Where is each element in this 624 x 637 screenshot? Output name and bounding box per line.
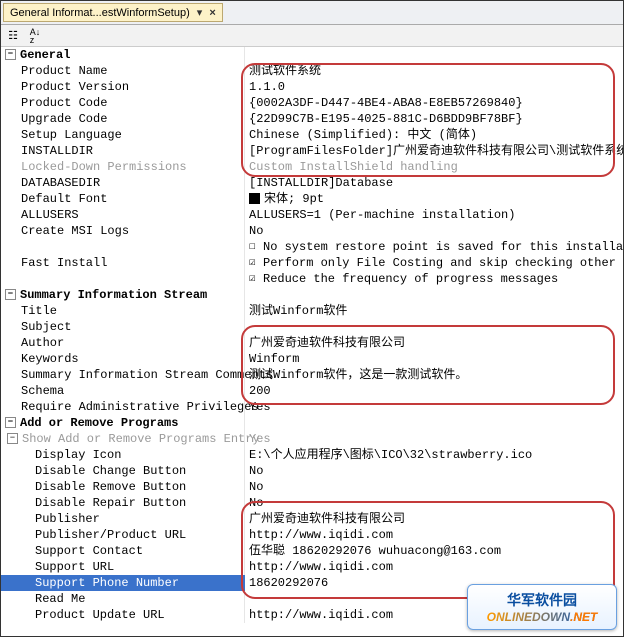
tab-bar: General Informat...estWinformSetup) ▾ × bbox=[1, 1, 623, 25]
prop-default-font[interactable]: Default Font宋体; 9pt bbox=[1, 191, 623, 207]
collapse-icon[interactable]: − bbox=[7, 433, 18, 444]
prop-product-version[interactable]: Product Version1.1.0 bbox=[1, 79, 623, 95]
prop-support-url[interactable]: Support URLhttp://www.iqidi.com bbox=[1, 559, 623, 575]
prop-comments[interactable]: Summary Information Stream Comments测试Win… bbox=[1, 367, 623, 383]
prop-setup-language[interactable]: Setup LanguageChinese (Simplified): 中文 (… bbox=[1, 127, 623, 143]
prop-publisher[interactable]: Publisher广州爱奇迪软件科技有限公司 bbox=[1, 511, 623, 527]
prop-installdir[interactable]: INSTALLDIR[ProgramFilesFolder]广州爱奇迪软件科技有… bbox=[1, 143, 623, 159]
collapse-icon[interactable]: − bbox=[5, 49, 16, 60]
checkbox-checked-icon[interactable]: ☑ bbox=[249, 271, 263, 287]
sort-alpha-icon[interactable]: A↓z bbox=[27, 28, 43, 44]
tab-title: General Informat...estWinformSetup) bbox=[10, 7, 190, 19]
prop-show-arp[interactable]: −Show Add or Remove Programs EntryYes bbox=[1, 431, 623, 447]
prop-schema[interactable]: Schema200 bbox=[1, 383, 623, 399]
checkbox-checked-icon[interactable]: ☑ bbox=[249, 255, 263, 271]
prop-locked-down[interactable]: Locked-Down PermissionsCustom InstallShi… bbox=[1, 159, 623, 175]
prop-keywords[interactable]: Keywords Winform bbox=[1, 351, 623, 367]
prop-databasedir[interactable]: DATABASEDIR[INSTALLDIR]Database bbox=[1, 175, 623, 191]
font-sample-icon bbox=[249, 193, 260, 204]
prop-title[interactable]: Title测试Winform软件 bbox=[1, 303, 623, 319]
prop-disable-change[interactable]: Disable Change ButtonNo bbox=[1, 463, 623, 479]
close-icon[interactable]: × bbox=[209, 7, 215, 19]
prop-require-admin[interactable]: Require Administrative PrivilegesYes bbox=[1, 399, 623, 415]
prop-create-msi-logs[interactable]: Create MSI LogsNo bbox=[1, 223, 623, 239]
tab-general-information[interactable]: General Informat...estWinformSetup) ▾ × bbox=[3, 3, 223, 22]
prop-allusers[interactable]: ALLUSERSALLUSERS=1 (Per-machine installa… bbox=[1, 207, 623, 223]
categorized-icon[interactable]: ☷ bbox=[5, 28, 21, 44]
prop-publisher-url[interactable]: Publisher/Product URLhttp://www.iqidi.co… bbox=[1, 527, 623, 543]
prop-product-name[interactable]: Product Name测试软件系统 bbox=[1, 63, 623, 79]
property-toolbar: ☷ A↓z bbox=[1, 25, 623, 47]
watermark-logo: 华军软件园 ONLINEDOWN.NET bbox=[467, 584, 617, 630]
section-general[interactable]: −General bbox=[1, 47, 623, 63]
checkbox-icon[interactable]: ☐ bbox=[249, 239, 263, 255]
collapse-icon[interactable]: − bbox=[5, 289, 16, 300]
property-grid[interactable]: −General Product Name测试软件系统 Product Vers… bbox=[1, 47, 623, 636]
pin-icon[interactable]: ▾ bbox=[197, 7, 203, 19]
section-summary[interactable]: −Summary Information Stream bbox=[1, 287, 623, 303]
prop-support-contact[interactable]: Support Contact伍华聪 18620292076 wuhuacong… bbox=[1, 543, 623, 559]
prop-disable-remove[interactable]: Disable Remove ButtonNo bbox=[1, 479, 623, 495]
prop-upgrade-code[interactable]: Upgrade Code{22D99C7B-E195-4025-881C-D6B… bbox=[1, 111, 623, 127]
prop-author[interactable]: Author广州爱奇迪软件科技有限公司 bbox=[1, 335, 623, 351]
prop-disable-repair[interactable]: Disable Repair ButtonNo bbox=[1, 495, 623, 511]
prop-subject[interactable]: Subject bbox=[1, 319, 623, 335]
prop-display-icon[interactable]: Display IconE:\个人应用程序\图标\ICO\32\strawber… bbox=[1, 447, 623, 463]
prop-fast-install[interactable]: Fast Install ☐No system restore point is… bbox=[1, 239, 623, 287]
prop-product-code[interactable]: Product Code{0002A3DF-D447-4BE4-ABA8-E8E… bbox=[1, 95, 623, 111]
section-arp[interactable]: −Add or Remove Programs bbox=[1, 415, 623, 431]
collapse-icon[interactable]: − bbox=[5, 417, 16, 428]
